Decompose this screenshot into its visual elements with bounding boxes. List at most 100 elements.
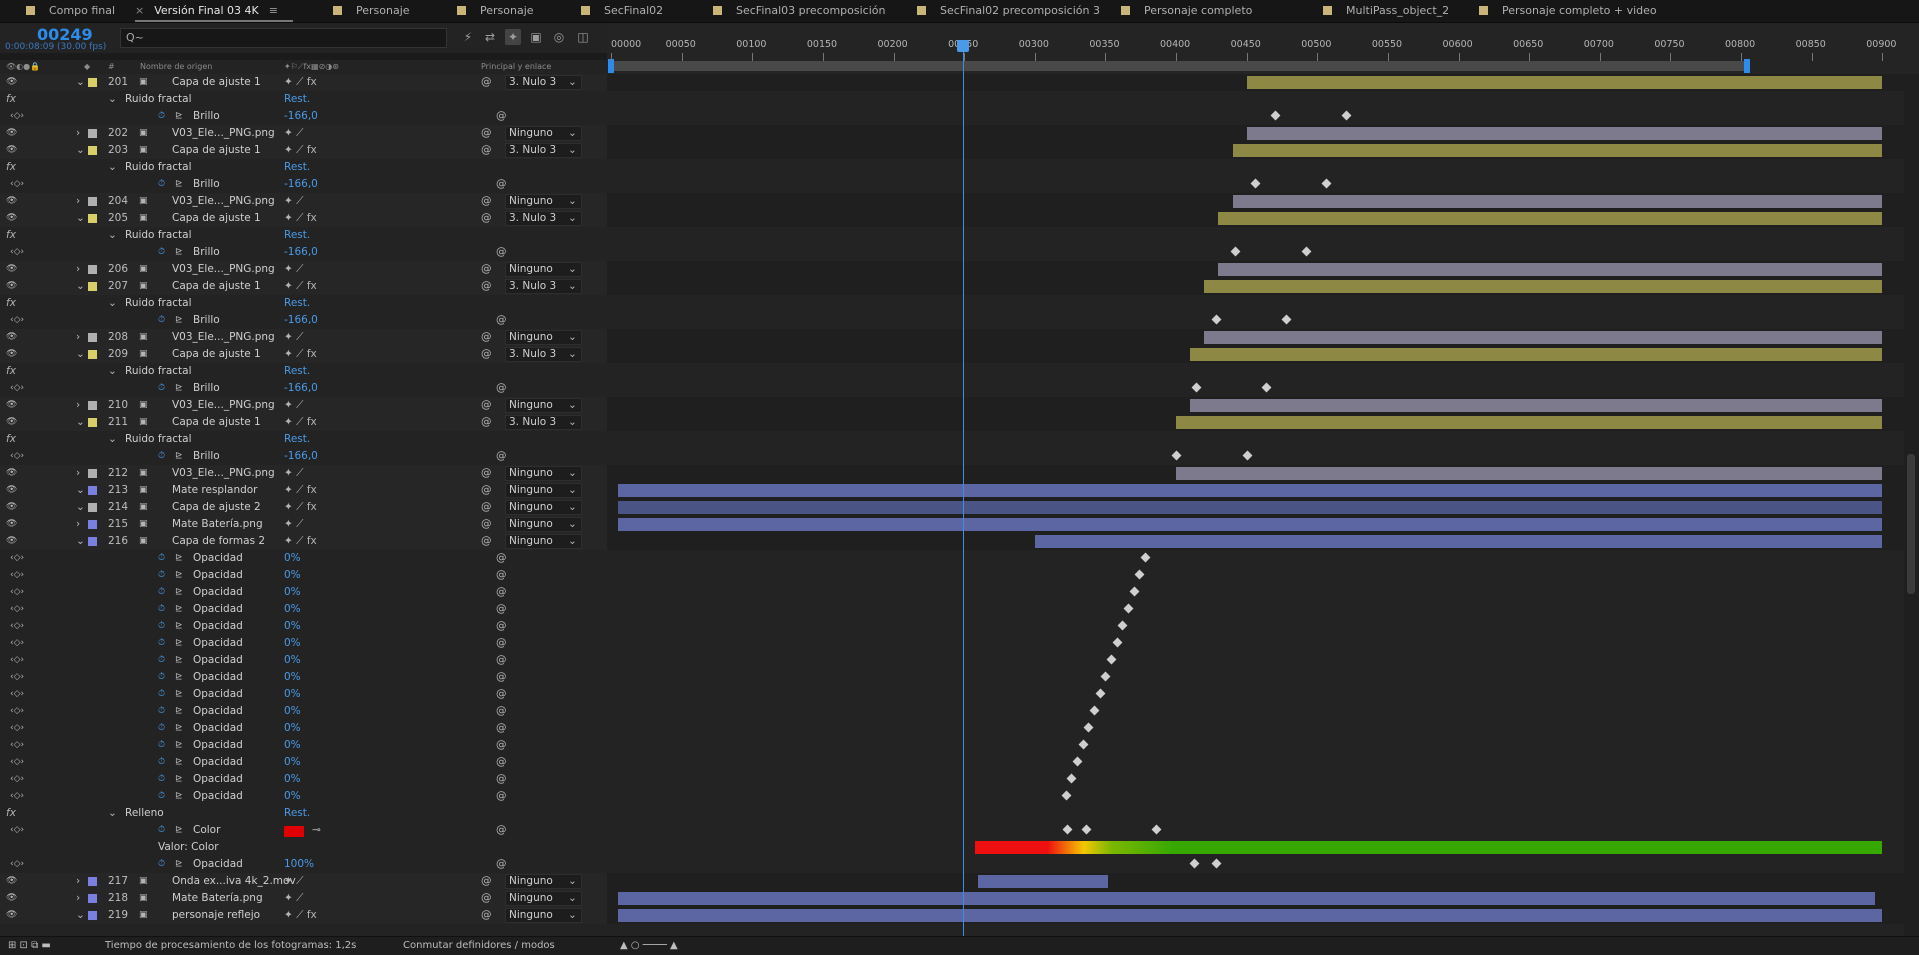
expand-arrow-icon[interactable]: ⌄ (108, 431, 117, 448)
expand-arrow-icon[interactable]: ⌄ (108, 159, 117, 176)
expand-arrow-icon[interactable]: ⌄ (76, 533, 85, 550)
fx-icon[interactable]: fx (6, 431, 16, 448)
keyframe[interactable] (1134, 569, 1145, 580)
layer-row-prop[interactable]: ‹◇› ⏱ ⊵ Brillo -166,0 @ (0, 244, 607, 261)
layer-duration-bar[interactable] (618, 909, 1883, 922)
expand-arrow-icon[interactable]: ⌄ (76, 74, 85, 91)
layer-name[interactable]: V03_Ele..._PNG.png (172, 397, 275, 414)
pickwhip-icon[interactable]: @ (481, 482, 492, 499)
visibility-eye-icon[interactable]: 👁 (6, 261, 17, 278)
visibility-eye-icon[interactable]: 👁 (6, 907, 17, 924)
layer-row-prop[interactable]: ‹◇› ⏱ ⊵ Opacidad 100% @ (0, 856, 607, 873)
keyframe[interactable] (1270, 110, 1281, 121)
expression-pickwhip-icon[interactable]: @ (496, 703, 507, 720)
keyframe[interactable] (1106, 654, 1117, 665)
label-color-swatch[interactable] (88, 503, 97, 512)
graph-icon[interactable]: ⊵ (175, 652, 183, 669)
graph-icon[interactable]: ⊵ (175, 703, 183, 720)
layer-row-group[interactable]: fx ⌄ Ruido fractal Rest. (0, 159, 607, 176)
layer-row-prop[interactable]: ‹◇› ⏱ ⊵ Opacidad 0% @ (0, 652, 607, 669)
layer-row-layer[interactable]: 👁 › 218 ▣ Mate Batería.png ✦ ⟋ @ Ninguno ⌄ (0, 890, 607, 907)
keyframe[interactable] (1112, 637, 1123, 648)
visibility-eye-icon[interactable]: 👁 (6, 499, 17, 516)
visibility-eye-icon[interactable]: 👁 (6, 465, 17, 482)
graph-icon[interactable]: ⊵ (175, 771, 183, 788)
expression-pickwhip-icon[interactable]: @ (496, 584, 507, 601)
expand-arrow-icon[interactable]: › (76, 465, 80, 482)
property-value[interactable]: 0% (284, 550, 301, 567)
visibility-eye-icon[interactable]: 👁 (6, 533, 17, 550)
layer-name[interactable]: V03_Ele..._PNG.png (172, 261, 275, 278)
expand-arrow-icon[interactable]: ⌄ (108, 227, 117, 244)
fx-icon[interactable]: fx (6, 805, 16, 822)
layer-switches-icons[interactable]: ✦ ⟋ fx (284, 414, 317, 431)
fx-icon[interactable]: fx (6, 363, 16, 380)
layer-row-layer[interactable]: 👁 › 212 ▣ V03_Ele..._PNG.png ✦ ⟋ @ Ninguno ⌄ (0, 465, 607, 482)
tab-6[interactable]: SecFinal02 precomposición 3 (917, 0, 1100, 22)
expand-arrow-icon[interactable]: ⌄ (76, 499, 85, 516)
draft-3d-icon[interactable]: ⚡ (460, 29, 476, 45)
layer-row-layer[interactable]: 👁 ⌄ 213 ▣ Mate resplandor ✦ ⟋ fx @ Ninguno ⌄ (0, 482, 607, 499)
layer-row-layer[interactable]: 👁 ⌄ 209 ▣ Capa de ajuste 1 ✦ ⟋ fx @3. Nulo 3 ⌄ (0, 346, 607, 363)
expression-pickwhip-icon[interactable]: @ (496, 822, 507, 839)
layer-name[interactable]: Capa de ajuste 1 (172, 210, 261, 227)
layer-switches-icons[interactable]: ✦ ⟋ fx (284, 533, 317, 550)
dropdown-arrow-icon[interactable]: ⌄ (568, 907, 577, 924)
work-area-bar[interactable] (610, 61, 1748, 71)
expression-pickwhip-icon[interactable]: @ (496, 771, 507, 788)
visibility-eye-icon[interactable]: 👁 (6, 74, 17, 91)
layer-name[interactable]: V03_Ele..._PNG.png (172, 329, 275, 346)
keyframe[interactable] (1140, 552, 1151, 563)
expand-arrow-icon[interactable]: ⌄ (108, 295, 117, 312)
layer-duration-bar[interactable] (978, 875, 1109, 888)
pickwhip-icon[interactable]: @ (481, 465, 492, 482)
layer-switches-icons[interactable]: ✦ ⟋ (284, 516, 304, 533)
stopwatch-icon[interactable]: ⏱ (158, 618, 165, 635)
expression-pickwhip-icon[interactable]: @ (496, 788, 507, 805)
layer-row-prop[interactable]: ‹◇› ⏱ ⊵ Opacidad 0% @ (0, 737, 607, 754)
property-value[interactable]: 0% (284, 652, 301, 669)
property-value[interactable]: 0% (284, 601, 301, 618)
tab-7[interactable]: Personaje completo (1121, 0, 1252, 22)
expression-pickwhip-icon[interactable]: @ (496, 635, 507, 652)
graph-icon[interactable]: ⊵ (175, 720, 183, 737)
property-value[interactable]: 0% (284, 737, 301, 754)
property-value[interactable]: -166,0 (284, 176, 318, 193)
keyframe-nav-icon[interactable]: ‹◇› (10, 686, 24, 703)
fx-icon[interactable]: fx (6, 91, 16, 108)
layer-row-prop[interactable]: ‹◇› ⏱ ⊵ Opacidad 0% @ (0, 601, 607, 618)
property-value[interactable]: 0% (284, 584, 301, 601)
source-name-header[interactable]: Nombre de origen (140, 62, 212, 71)
layer-row-layer[interactable]: 👁 › 210 ▣ V03_Ele..._PNG.png ✦ ⟋ @ Ninguno ⌄ (0, 397, 607, 414)
layer-duration-bar[interactable] (1218, 212, 1883, 225)
graph-icon[interactable]: ⊵ (175, 669, 183, 686)
layer-name[interactable]: Capa de ajuste 1 (172, 346, 261, 363)
keyframe-nav-icon[interactable]: ‹◇› (10, 754, 24, 771)
layer-duration-bar[interactable] (1176, 467, 1883, 480)
tab-4[interactable]: SecFinal02 (581, 0, 663, 22)
keyframe[interactable] (1151, 824, 1162, 835)
layer-row-prop[interactable]: ‹◇› ⏱ ⊵ Opacidad 0% @ (0, 754, 607, 771)
stopwatch-icon[interactable]: ⏱ (158, 635, 165, 652)
keyframe[interactable] (1230, 246, 1241, 257)
property-value[interactable]: 0% (284, 669, 301, 686)
dropdown-arrow-icon[interactable]: ⌄ (568, 346, 577, 363)
layer-row-group[interactable]: fx ⌄ Ruido fractal Rest. (0, 227, 607, 244)
layer-switches-icons[interactable]: ✦ ⟋ (284, 465, 304, 482)
dropdown-arrow-icon[interactable]: ⌄ (568, 329, 577, 346)
pickwhip-icon[interactable]: @ (481, 74, 492, 91)
tab-menu-icon[interactable]: ≡ (269, 0, 278, 22)
label-color-swatch[interactable] (88, 333, 97, 342)
layer-row-prop[interactable]: ‹◇› ⏱ ⊵ Opacidad 0% @ (0, 584, 607, 601)
layer-duration-bar[interactable] (1246, 127, 1883, 140)
layer-row-layer[interactable]: 👁 ⌄ 214 ▣ Capa de ajuste 2 ✦ ⟋ fx @ Ninguno ⌄ (0, 499, 607, 516)
stopwatch-icon[interactable]: ⏱ (158, 380, 165, 397)
color-swatch[interactable] (284, 826, 304, 837)
keyframe[interactable] (1281, 314, 1292, 325)
keyframe[interactable] (1095, 688, 1106, 699)
property-value[interactable]: -166,0 (284, 108, 318, 125)
layer-duration-bar[interactable] (618, 501, 1883, 514)
expression-pickwhip-icon[interactable]: @ (496, 108, 507, 125)
layer-row-prop[interactable]: ‹◇› ⏱ ⊵ Brillo -166,0 @ (0, 108, 607, 125)
layer-switches-icons[interactable]: ✦ ⟋ fx (284, 346, 317, 363)
